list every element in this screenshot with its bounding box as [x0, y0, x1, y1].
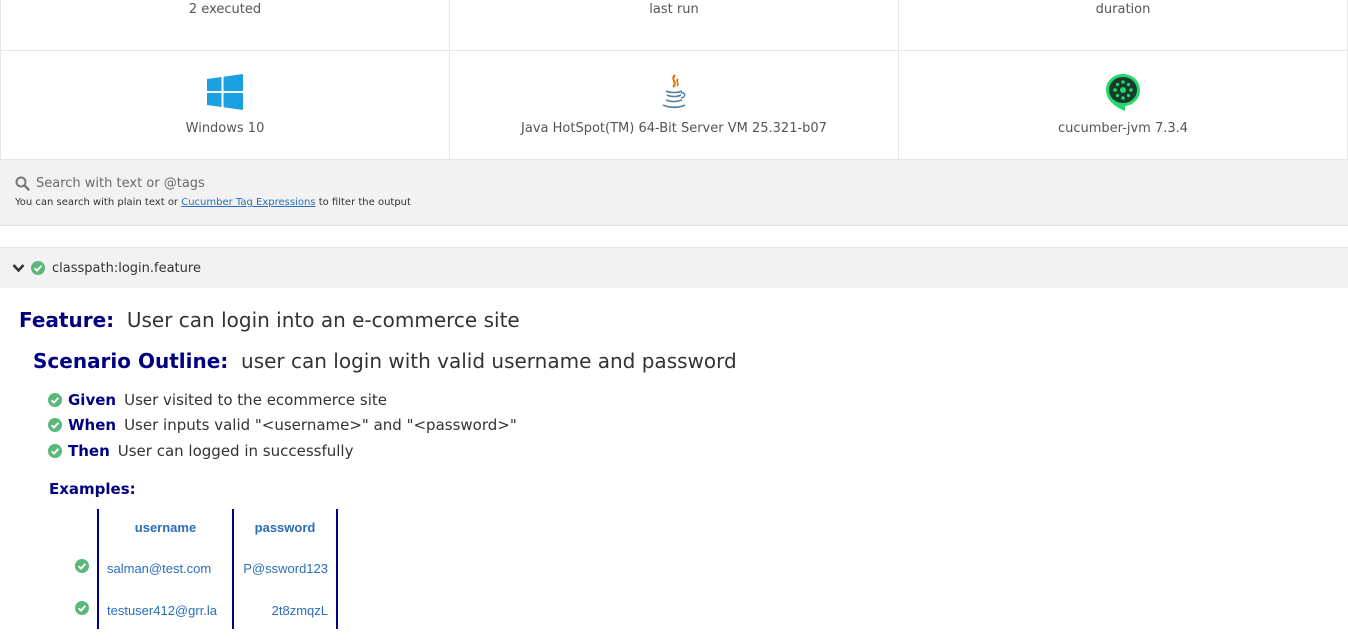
env-framework: cucumber-jvm 7.3.4 — [899, 51, 1348, 159]
status-header-cell — [63, 509, 98, 545]
examples-header-row: username password — [63, 508, 338, 545]
env-runtime: Java HotSpot(TM) 64-Bit Server VM 25.321… — [450, 51, 899, 159]
step-then: Then User can logged in successfully — [48, 438, 1348, 464]
step-keyword: When — [68, 416, 117, 435]
step-text: User visited to the ecommerce site — [124, 390, 387, 409]
search-help-prefix: You can search with plain text or — [15, 197, 182, 208]
row-status — [63, 545, 98, 587]
step-when: When User inputs valid "<username>" and … — [48, 413, 1348, 439]
duration: duration — [899, 0, 1348, 50]
feature-title: Feature: User can login into an e-commer… — [19, 308, 1348, 332]
search-help: You can search with plain text or Cucumb… — [15, 197, 1348, 208]
search-help-suffix: to filter the output — [315, 197, 411, 208]
step-given: Given User visited to the ecommerce site — [48, 387, 1348, 413]
step-text: User inputs valid "<username>" and "<pas… — [124, 416, 517, 435]
table-row: salman@test.com P@ssword123 — [63, 544, 338, 587]
table-row: testuser412@grr.la 2t8zmqzL — [63, 586, 338, 629]
windows-icon — [207, 73, 243, 111]
steps-list: Given User visited to the ecommerce site… — [48, 387, 1348, 464]
search-line — [15, 176, 1348, 191]
check-circle-icon — [48, 392, 62, 407]
scenario-keyword: Scenario Outline: — [33, 349, 229, 373]
java-icon — [660, 73, 688, 111]
env-os: Windows 10 — [0, 51, 450, 159]
check-circle-icon — [75, 558, 89, 573]
feature-name: User can login into an e-commerce site — [126, 308, 520, 332]
check-circle-icon — [31, 261, 45, 275]
stats-row: 2 executed last run duration — [0, 0, 1348, 51]
header-password: password — [232, 508, 338, 545]
feature-file-header[interactable]: classpath:login.feature — [0, 247, 1348, 288]
scenario-name: user can login with valid username and p… — [241, 349, 737, 373]
last-run: last run — [450, 0, 899, 50]
search-icon — [15, 176, 30, 191]
check-circle-icon — [75, 600, 89, 615]
examples-table: username password salman@test.com P@sswo… — [63, 508, 338, 629]
search-input[interactable] — [36, 176, 636, 191]
cell-username: salman@test.com — [97, 544, 234, 587]
cell-password: 2t8zmqzL — [232, 586, 338, 629]
feature-body: Feature: User can login into an e-commer… — [0, 308, 1348, 629]
cell-password: P@ssword123 — [232, 544, 338, 587]
step-text: User can logged in successfully — [117, 441, 354, 460]
search-panel: You can search with plain text or Cucumb… — [0, 160, 1348, 226]
row-status — [63, 587, 98, 629]
os-label: Windows 10 — [185, 121, 265, 136]
check-circle-icon — [48, 418, 62, 433]
executed-count: 2 executed — [0, 0, 450, 50]
chevron-down-icon[interactable] — [12, 263, 25, 273]
scenario-title: Scenario Outline: user can login with va… — [33, 349, 1348, 373]
framework-label: cucumber-jvm 7.3.4 — [1057, 121, 1189, 136]
check-circle-icon — [48, 443, 62, 458]
tag-expressions-link[interactable]: Cucumber Tag Expressions — [181, 197, 315, 208]
step-keyword: Then — [68, 441, 110, 460]
environment-row: Windows 10 Java HotSpot(TM) 64-Bit Serve… — [0, 51, 1348, 160]
feature-keyword: Feature: — [19, 308, 115, 332]
examples-title: Examples: — [49, 479, 136, 498]
header-username: username — [97, 508, 234, 545]
cucumber-icon — [1105, 73, 1141, 111]
cell-username: testuser412@grr.la — [97, 586, 234, 629]
feature-file-path: classpath:login.feature — [52, 260, 201, 276]
step-keyword: Given — [68, 390, 117, 409]
runtime-label: Java HotSpot(TM) 64-Bit Server VM 25.321… — [521, 121, 827, 136]
